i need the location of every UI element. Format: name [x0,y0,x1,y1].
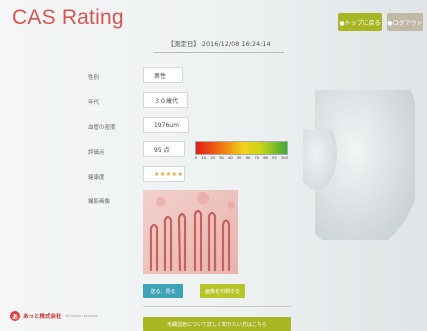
scale-tick-30: 30 [219,156,224,160]
copyright-text: All rights reserved. [65,314,99,318]
scale-tick-60: 60 [245,156,251,160]
background-microscope [277,70,427,300]
capillary-info-button[interactable]: 毛細血管について詳しく知りたい方はこちら [143,317,291,331]
divider [143,306,291,307]
score-value: 95 点 [143,141,185,157]
density-value: 1976um [143,117,189,133]
scale-tick-40: 40 [228,156,233,160]
capillary-image-art [143,190,238,274]
density-label: 血管の密度 [88,125,116,131]
company-name: あっと株式会社 [23,314,62,320]
logout-button[interactable]: ●ログアウト [387,13,423,31]
scale-tick-70: 70 [254,156,260,160]
age-value: ３０歳代 [143,92,188,108]
scale-tick-100: 100 [281,156,288,160]
age-label: 年代 [88,100,100,106]
scale-tick-90: 90 [272,156,277,160]
score-gradient-bar [195,141,288,155]
gender-label: 性別 [88,75,100,81]
print-image-button[interactable]: 画像を印刷する [200,284,245,298]
scale-tick-80: 80 [263,156,268,160]
capillary-photo [143,190,238,274]
footer: あ あっと株式会社 All rights reserved. [10,311,99,321]
page-title: CAS Rating [12,6,124,29]
company-logo-icon: あ [10,311,20,321]
scale-tick-10: 10 [201,156,207,160]
health-stars: ★★★★★ [143,166,185,182]
scale-tick-20: 20 [210,156,215,160]
measurement-date: 【測定日】 2016/12/08 16:24:14 [154,38,284,53]
score-scale: 0 10 20 30 40 50 60 70 80 90 100 [195,141,288,160]
score-label: 評価点 [88,150,105,156]
scale-ticks: 0 10 20 30 40 50 60 70 80 90 100 [195,156,288,160]
gender-value: 男性 [143,67,183,83]
star-rating: ★★★★★ [154,170,184,178]
scale-tick-50: 50 [236,156,242,160]
send-view-button[interactable]: 送る、見る [143,284,183,298]
back-to-top-button[interactable]: ●トップに戻る [338,13,382,31]
image-label: 撮影画像 [88,199,111,205]
scale-tick-0: 0 [195,156,198,160]
health-label: 健康度 [88,175,105,181]
